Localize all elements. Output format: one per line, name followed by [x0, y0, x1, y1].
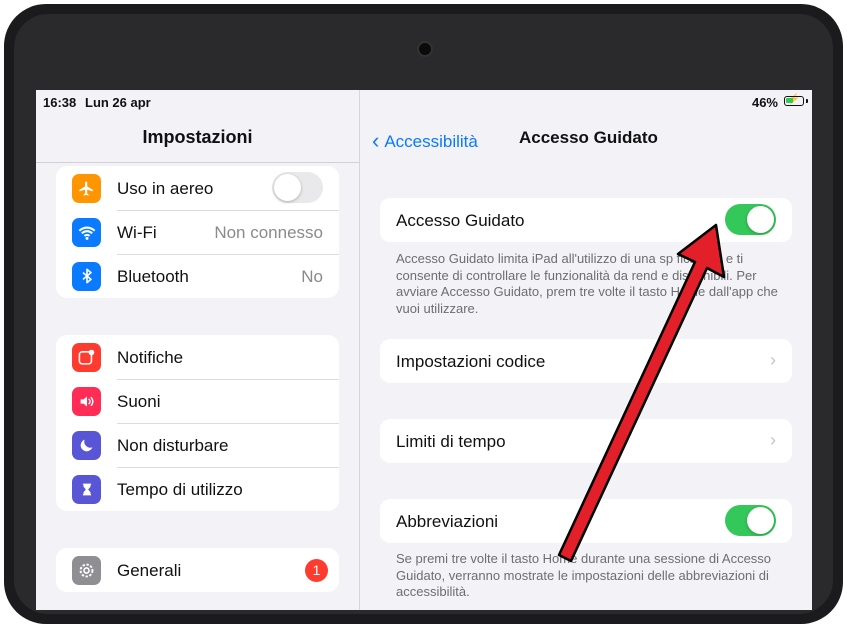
- toggle-knob: [747, 507, 774, 534]
- toggle-knob: [274, 174, 301, 201]
- sidebar-group-notifications: Notifiche Suoni Non disturbare Tempo di …: [56, 335, 339, 511]
- shortcuts-footnote: Se premi tre volte il tasto Home durante…: [396, 551, 772, 599]
- sidebar-item-wifi[interactable]: Wi-Fi Non connesso: [56, 210, 339, 254]
- front-camera: [417, 41, 433, 57]
- sidebar-item-airplane-mode[interactable]: Uso in aereo: [56, 166, 339, 210]
- battery-level: [786, 98, 793, 103]
- sidebar-group-general: Generali 1: [56, 548, 339, 592]
- status-date: Lun 26 apr: [85, 95, 151, 110]
- guided-access-toggle[interactable]: [725, 204, 776, 235]
- moon-icon: [72, 431, 101, 460]
- sidebar-item-label: Bluetooth: [117, 267, 189, 286]
- back-button-label: Accessibilità: [384, 132, 478, 151]
- bluetooth-status-value: No: [301, 267, 323, 286]
- toggle-knob: [747, 206, 774, 233]
- chevron-right-icon: ›: [770, 350, 776, 370]
- sidebar-item-label: Tempo di utilizzo: [117, 480, 243, 499]
- sidebar-header-divider: [36, 162, 359, 163]
- settings-sidebar: Impostazioni Uso in aereo Wi-Fi Non conn…: [36, 90, 360, 610]
- sidebar-item-label: Notifiche: [117, 348, 184, 367]
- sidebar-item-label: Wi-Fi: [117, 223, 157, 242]
- sidebar-title: Impostazioni: [142, 127, 253, 147]
- sidebar-item-label: Generali: [117, 561, 182, 580]
- sidebar-item-general[interactable]: Generali 1: [56, 548, 339, 592]
- hourglass-icon: [72, 475, 101, 504]
- update-badge: 1: [305, 559, 328, 582]
- passcode-settings-row[interactable]: Impostazioni codice ›: [380, 339, 792, 383]
- guided-access-detail: ‹ Accessibilità Accesso Guidato Accesso G…: [360, 90, 812, 610]
- chevron-left-icon: ‹: [372, 128, 380, 153]
- sidebar-item-notifications[interactable]: Notifiche: [56, 335, 339, 379]
- guided-access-label: Accesso Guidato: [396, 211, 525, 230]
- shortcuts-label: Abbreviazioni: [396, 512, 499, 531]
- sidebar-item-label: Uso in aereo: [117, 179, 214, 198]
- time-limits-label: Limiti di tempo: [396, 432, 506, 451]
- page-title: Accesso Guidato: [519, 128, 658, 147]
- guided-access-row: Accesso Guidato: [380, 198, 792, 242]
- sidebar-item-screen-time[interactable]: Tempo di utilizzo: [56, 467, 339, 511]
- sidebar-group-connectivity: Uso in aereo Wi-Fi Non connesso Bluetoot…: [56, 166, 339, 298]
- shortcuts-row: Abbreviazioni: [380, 499, 792, 543]
- sidebar-item-label: Suoni: [117, 392, 161, 411]
- back-button[interactable]: ‹ Accessibilità: [372, 127, 478, 153]
- wifi-status-value: Non connesso: [214, 223, 323, 242]
- speaker-icon: [72, 387, 101, 416]
- time-limits-row[interactable]: Limiti di tempo ›: [380, 419, 792, 463]
- battery-tip: [806, 99, 808, 103]
- gear-icon: [72, 556, 101, 585]
- ipad-device: Impostazioni Uso in aereo Wi-Fi Non conn…: [0, 0, 847, 624]
- status-bar: 16:38 Lun 26 apr 46% ⚡: [36, 90, 812, 112]
- chevron-right-icon: ›: [770, 430, 776, 450]
- notifications-icon: [72, 343, 101, 372]
- screen: Impostazioni Uso in aereo Wi-Fi Non conn…: [36, 90, 812, 610]
- airplane-icon: [72, 174, 101, 203]
- sidebar-item-label: Non disturbare: [117, 436, 229, 455]
- sidebar-item-sounds[interactable]: Suoni: [56, 379, 339, 423]
- sidebar-item-do-not-disturb[interactable]: Non disturbare: [56, 423, 339, 467]
- shortcuts-toggle[interactable]: [725, 505, 776, 536]
- status-time: 16:38: [43, 95, 77, 110]
- sidebar-item-bluetooth[interactable]: Bluetooth No: [56, 254, 339, 298]
- passcode-settings-label: Impostazioni codice: [396, 352, 546, 371]
- bluetooth-icon: [72, 262, 101, 291]
- battery-icon: [784, 96, 804, 106]
- airplane-mode-toggle[interactable]: [272, 172, 323, 203]
- guided-access-footnote: Accesso Guidato limita iPad all'utilizzo…: [396, 251, 778, 316]
- battery-percentage: 46%: [751, 95, 778, 110]
- wifi-icon: [72, 218, 101, 247]
